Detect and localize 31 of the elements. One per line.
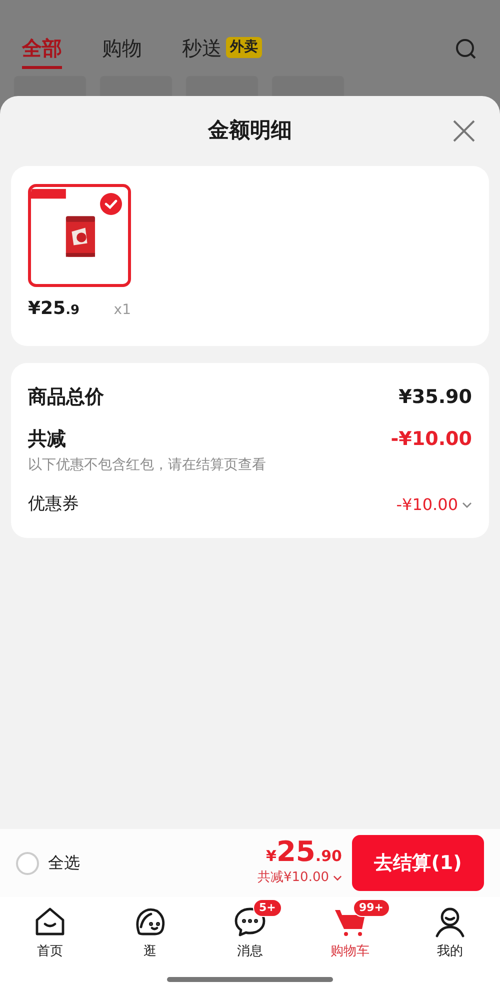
category-tab[interactable]: 秒送 外卖	[182, 29, 262, 69]
nav-tab[interactable]: 5+ 消息	[200, 897, 300, 962]
discount-summary[interactable]: 共减¥10.00	[258, 868, 342, 888]
total-price: ¥25.90	[266, 838, 342, 866]
coupon-value[interactable]: -¥10.00	[396, 492, 472, 517]
coupon-label: 优惠券	[28, 493, 79, 516]
chevron-down-icon	[462, 502, 472, 508]
select-all-radio[interactable]	[16, 852, 39, 874]
check-icon	[100, 193, 122, 215]
select-all-label: 全选	[48, 852, 80, 874]
count-badge: 5+	[253, 899, 282, 917]
chevron-down-icon	[333, 875, 342, 881]
category-tab[interactable]: 购物	[102, 29, 142, 69]
product-price: ¥25.9	[28, 297, 80, 321]
discount-label: 共减	[28, 426, 66, 452]
sheet-title: 金额明细	[208, 117, 292, 144]
checkout-button[interactable]: 去结算(1)	[352, 835, 484, 891]
nav-tab[interactable]: 我的	[400, 897, 500, 962]
product-quantity: x1	[114, 301, 131, 320]
nav-tab[interactable]: 首页	[0, 897, 100, 962]
nav-tab[interactable]: 逛	[100, 897, 200, 962]
count-badge: 99+	[353, 899, 390, 917]
nav-tab[interactable]: 99+ 购物车	[300, 897, 400, 962]
person-icon	[433, 905, 467, 939]
close-icon[interactable]	[452, 119, 476, 143]
takeout-badge: 外卖	[226, 37, 262, 58]
total-label: 商品总价	[28, 385, 104, 410]
discount-value: -¥10.00	[390, 426, 472, 452]
search-icon[interactable]	[454, 37, 478, 61]
total-value: ¥35.90	[398, 385, 472, 410]
discount-note: 以下优惠不包含红包，请在结算页查看	[28, 456, 267, 475]
